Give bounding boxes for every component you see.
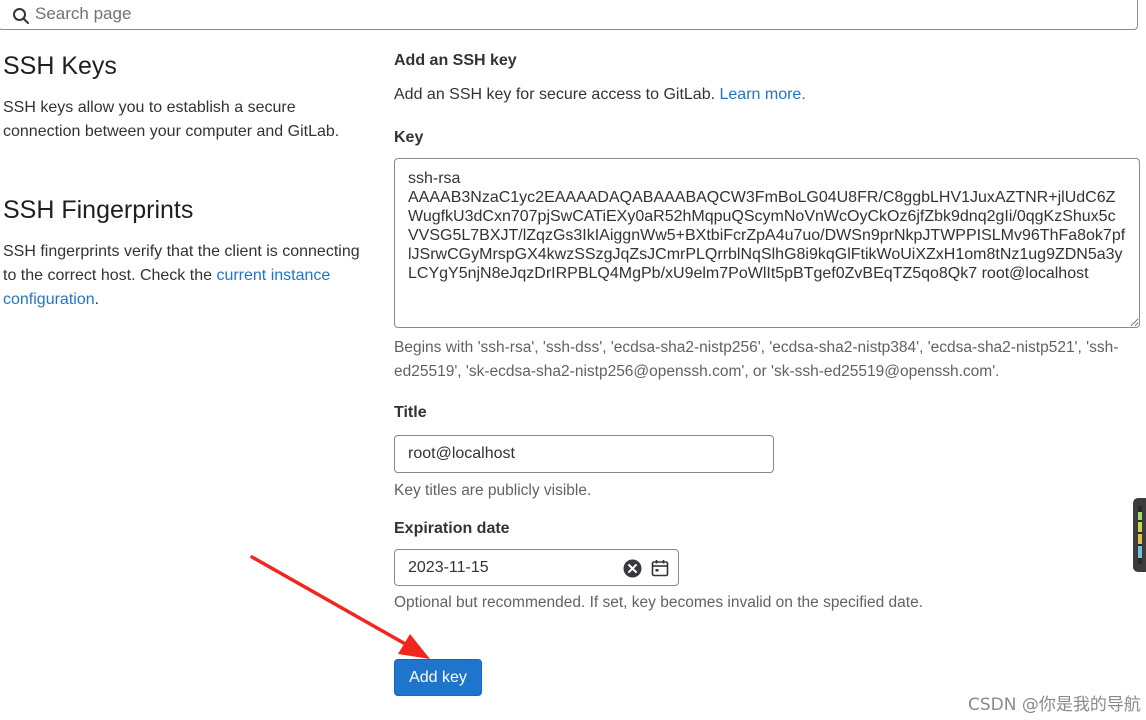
level-meter-icon [1138,506,1142,564]
title-field[interactable] [394,435,774,473]
left-column: SSH Keys SSH keys allow you to establish… [3,52,363,312]
expiration-label: Expiration date [394,520,510,537]
learn-more-link[interactable]: Learn more. [720,86,806,103]
key-help-text: Begins with 'ssh-rsa', 'ssh-dss', 'ecdsa… [394,339,1119,380]
key-textarea[interactable]: ssh-rsa AAAAB3NzaC1yc2EAAAADAQABAAABAQCW… [394,158,1140,328]
ssh-fingerprints-title: SSH Fingerprints [3,196,194,224]
expiration-help-text: Optional but recommended. If set, key be… [394,594,924,611]
add-key-button[interactable]: Add key [394,659,482,696]
expiration-field[interactable] [394,549,679,586]
ssh-keys-description: SSH keys allow you to establish a secure… [3,99,340,140]
clear-icon[interactable] [623,559,642,578]
calendar-icon[interactable] [651,559,669,577]
form-description-text: Add an SSH key for secure access to GitL… [394,86,716,103]
watermark: CSDN @你是我的导航 [968,695,1141,715]
title-help-text: Key titles are publicly visible. [394,482,592,499]
key-label: Key [394,129,424,146]
search-bar[interactable] [0,0,1138,30]
title-label: Title [394,404,427,421]
title-input[interactable] [408,444,758,464]
search-input[interactable] [35,3,1115,25]
side-widget [1133,498,1146,572]
expiration-input[interactable] [408,558,608,578]
ssh-keys-title: SSH Keys [3,52,117,80]
form-heading: Add an SSH key [394,52,517,69]
form-description: Add an SSH key for secure access to GitL… [394,86,806,104]
ssh-fingerprints-description: SSH fingerprints verify that the client … [3,240,363,312]
fingerprints-suffix: . [94,291,100,308]
search-icon [13,8,29,24]
